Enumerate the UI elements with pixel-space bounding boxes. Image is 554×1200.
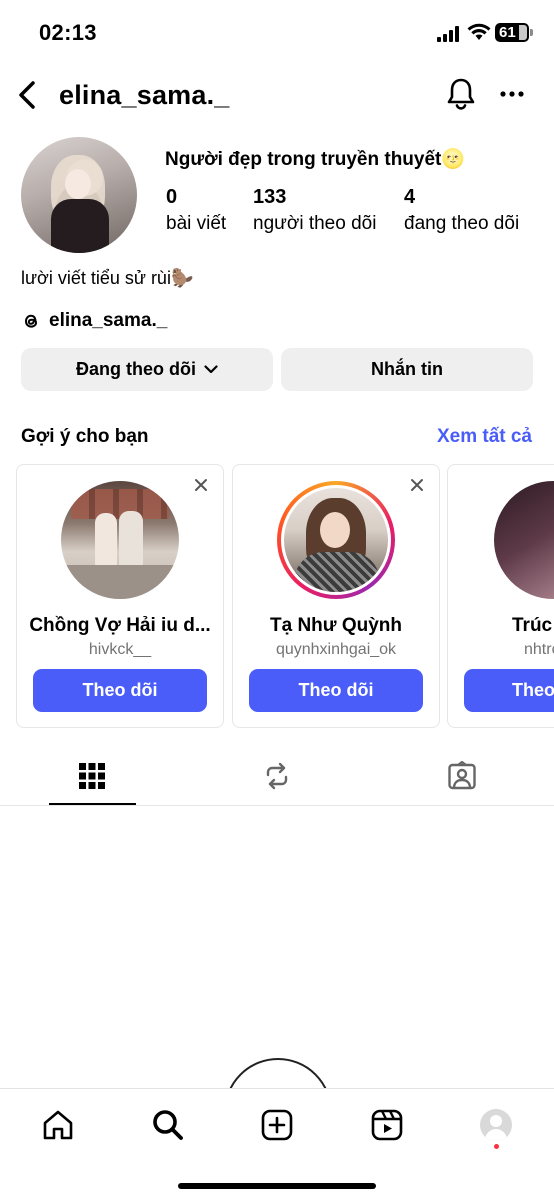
threads-link[interactable]: elina_sama._ [21, 310, 167, 332]
suggestion-handle: nhtrc [524, 641, 554, 658]
nav-home[interactable] [36, 1103, 80, 1147]
more-options-button[interactable] [496, 80, 528, 108]
search-icon [153, 1110, 183, 1140]
stat-posts-value: 0 [166, 186, 178, 208]
home-indicator [178, 1183, 376, 1189]
follow-button[interactable]: Theo dõi [33, 669, 207, 712]
nav-create[interactable] [255, 1103, 299, 1147]
dismiss-suggestion-button[interactable] [407, 475, 427, 495]
nav-reels[interactable] [365, 1103, 409, 1147]
suggestion-avatar[interactable] [61, 481, 179, 599]
see-all-link[interactable]: Xem tất cả [437, 426, 532, 448]
suggestion-name: Chồng Vợ Hải iu d... [29, 615, 211, 636]
suggestion-name: Trúc [512, 615, 553, 636]
battery-tip [530, 29, 533, 36]
following-button-label: Đang theo dõi [76, 359, 196, 379]
create-icon [261, 1109, 293, 1141]
status-time: 02:13 [39, 20, 97, 45]
active-tab-indicator [49, 803, 136, 805]
follow-button[interactable]: Theo dõi [249, 669, 423, 712]
suggestion-card: Chồng Vợ Hải iu d... hivkck__ Theo dõi [16, 464, 224, 728]
close-icon [411, 479, 423, 491]
tab-grid[interactable] [47, 748, 137, 804]
suggestion-card: Tạ Như Quỳnh quynhxinhgai_ok Theo dõi [232, 464, 440, 728]
profile-avatar[interactable] [21, 137, 137, 253]
stat-following-label: đang theo dõi [404, 213, 520, 234]
message-button-label: Nhắn tin [371, 359, 443, 379]
notifications-button[interactable] [444, 76, 478, 112]
tab-reposts[interactable] [232, 748, 322, 804]
back-button[interactable] [12, 78, 42, 112]
stat-followers[interactable]: 133 người theo dõi [253, 186, 376, 235]
more-horizontal-icon [500, 91, 524, 97]
profile-tabs [0, 748, 554, 806]
suggestion-handle: hivkck__ [88, 641, 152, 658]
suggestion-avatar[interactable] [494, 481, 554, 599]
bio-text: lười viết tiểu sử rùi🦫 [21, 268, 194, 288]
suggestion-card: Trúc nhtrc Theo [447, 464, 554, 728]
reels-icon [371, 1109, 403, 1141]
stat-followers-label: người theo dõi [253, 213, 377, 234]
following-button[interactable]: Đang theo dõi [21, 348, 273, 391]
battery-indicator: 61 [495, 23, 529, 42]
stat-posts-label: bài viết [166, 213, 227, 234]
nav-search[interactable] [146, 1103, 190, 1147]
suggestion-name: Tạ Như Quỳnh [270, 615, 402, 636]
home-icon [43, 1110, 73, 1140]
threads-icon [24, 314, 38, 328]
reposts-icon [266, 762, 288, 790]
follow-button[interactable]: Theo [464, 669, 554, 712]
tab-tagged[interactable] [417, 748, 507, 804]
tagged-icon [448, 761, 476, 790]
suggestion-handle: quynhxinhgai_ok [275, 641, 397, 658]
profile-header: elina_sama._ [0, 70, 554, 122]
status-bar: 02:13 61 [0, 0, 554, 66]
username-title: elina_sama._ [59, 80, 230, 110]
nav-profile[interactable] [474, 1103, 518, 1147]
chevron-down-icon [204, 365, 218, 374]
grid-icon [79, 763, 105, 789]
stat-posts[interactable]: 0 bài viết [166, 186, 226, 235]
bell-icon [447, 78, 475, 110]
dismiss-suggestion-button[interactable] [191, 475, 211, 495]
threads-handle: elina_sama._ [49, 310, 168, 331]
chevron-left-icon [19, 81, 35, 109]
close-icon [195, 479, 207, 491]
profile-avatar-icon [480, 1109, 512, 1141]
suggestions-title: Gợi ý cho bạn [21, 426, 149, 447]
display-name: Người đẹp trong truyền thuyết🌝 [165, 149, 466, 170]
notification-dot [494, 1144, 499, 1149]
stat-following[interactable]: 4 đang theo dõi [404, 186, 519, 235]
battery-level: 61 [499, 24, 516, 41]
stat-followers-value: 133 [253, 186, 287, 208]
suggestion-avatar[interactable] [277, 481, 395, 599]
stat-following-value: 4 [404, 186, 416, 208]
message-button[interactable]: Nhắn tin [281, 348, 533, 391]
wifi-icon [467, 22, 491, 42]
cellular-signal-icon [437, 26, 461, 42]
